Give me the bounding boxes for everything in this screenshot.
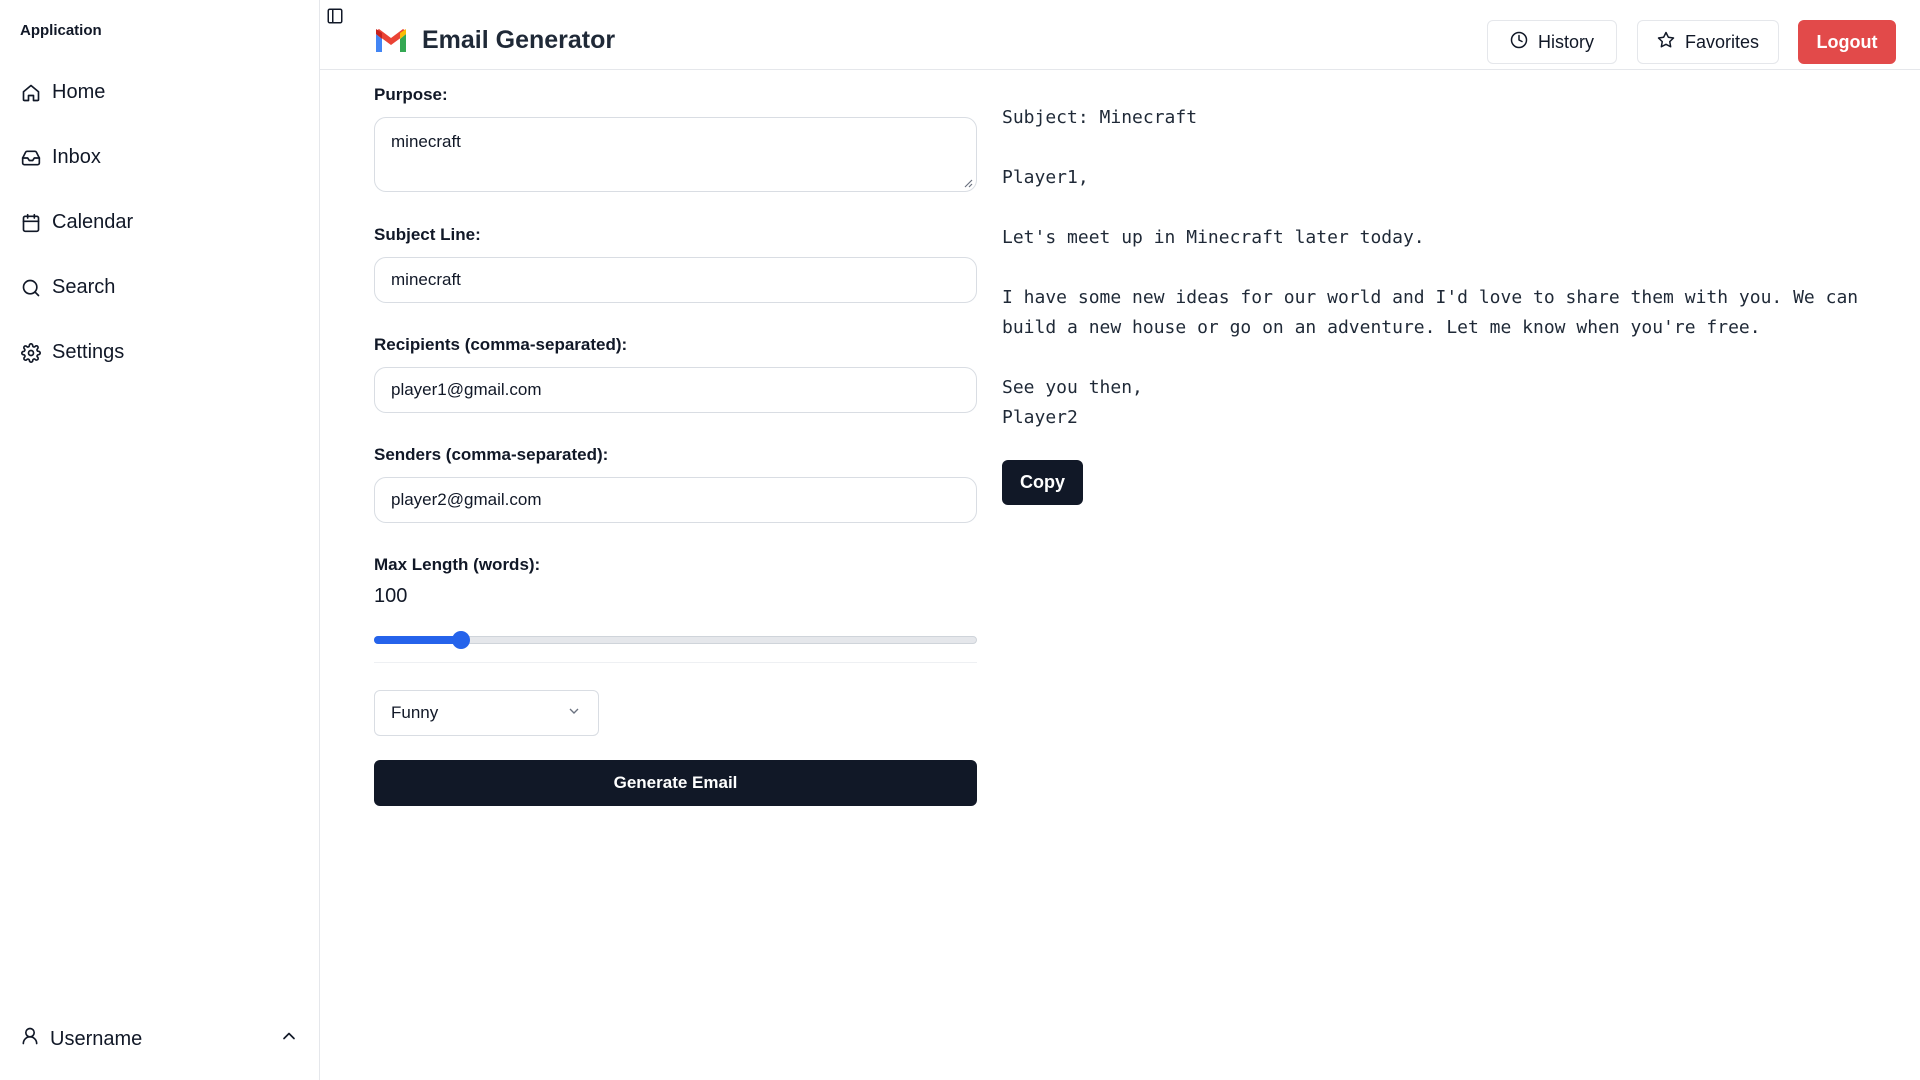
- purpose-group: Purpose: minecraft: [374, 85, 977, 192]
- chevron-down-icon: [566, 703, 582, 724]
- sidebar-item-search[interactable]: Search: [0, 255, 320, 320]
- purpose-value: minecraft: [391, 132, 461, 151]
- sidebar-nav: Home Inbox Calendar Search Settings: [0, 60, 320, 385]
- chevron-up-icon: [279, 1026, 299, 1052]
- max-length-value: 100: [374, 585, 408, 607]
- sidebar-item-settings[interactable]: Settings: [0, 320, 320, 385]
- sidebar-item-calendar[interactable]: Calendar: [0, 190, 320, 255]
- app-header: Email Generator History Favorites Logout: [320, 0, 1920, 70]
- senders-group: Senders (comma-separated): player2@gmail…: [374, 445, 977, 523]
- search-icon: [20, 277, 42, 299]
- subject-group: Subject Line: minecraft: [374, 225, 977, 303]
- tone-select-value: Funny: [391, 703, 439, 722]
- sidebar-item-label: Search: [52, 276, 116, 298]
- email-paragraph: build a new house or go on an adventure.…: [1002, 317, 1761, 338]
- email-paragraph: I have some new ideas for our world and …: [1002, 287, 1859, 308]
- generated-email: Subject: Minecraft Player1, Let's meet u…: [1002, 103, 1882, 433]
- sidebar-item-label: Home: [52, 81, 106, 103]
- history-button[interactable]: History: [1487, 20, 1617, 64]
- subject-label: Subject Line:: [374, 225, 481, 244]
- logout-button[interactable]: Logout: [1798, 20, 1896, 64]
- senders-label: Senders (comma-separated):: [374, 445, 609, 464]
- recipients-group: Recipients (comma-separated): player1@gm…: [374, 335, 977, 413]
- home-icon: [20, 82, 42, 104]
- recipients-label: Recipients (comma-separated):: [374, 335, 628, 354]
- user-icon: [20, 1026, 40, 1052]
- sidebar-item-label: Settings: [52, 341, 125, 363]
- sidebar-item-home[interactable]: Home: [0, 60, 320, 125]
- purpose-label: Purpose:: [374, 85, 448, 104]
- recipients-input[interactable]: player1@gmail.com: [374, 367, 977, 413]
- brand: Email Generator: [374, 26, 615, 55]
- purpose-textarea[interactable]: minecraft: [374, 117, 977, 192]
- email-greeting: Player1,: [1002, 167, 1089, 188]
- divider: [374, 662, 977, 663]
- tone-select[interactable]: Funny: [374, 690, 599, 736]
- email-paragraph: Let's meet up in Minecraft later today.: [1002, 227, 1425, 248]
- favorites-button-label: Favorites: [1684, 31, 1760, 52]
- copy-button[interactable]: Copy: [1002, 460, 1083, 505]
- slider-thumb[interactable]: [452, 631, 470, 649]
- user-menu-button[interactable]: Username: [0, 1014, 319, 1064]
- email-signature: Player2: [1002, 407, 1078, 428]
- email-closing: See you then,: [1002, 377, 1143, 398]
- generate-email-button[interactable]: Generate Email: [374, 760, 977, 806]
- senders-input[interactable]: player2@gmail.com: [374, 477, 977, 523]
- email-subject-line: Subject: Minecraft: [1002, 107, 1198, 128]
- app-title: Email Generator: [422, 26, 616, 54]
- history-button-label: History: [1537, 31, 1594, 52]
- slider-fill: [374, 636, 461, 644]
- gear-icon: [20, 342, 42, 364]
- favorites-button[interactable]: Favorites: [1637, 20, 1779, 64]
- calendar-icon: [20, 212, 42, 234]
- subject-input[interactable]: minecraft: [374, 257, 977, 303]
- max-length-slider[interactable]: [374, 610, 977, 680]
- clock-icon: [1510, 31, 1538, 54]
- sidebar-item-inbox[interactable]: Inbox: [0, 125, 320, 190]
- max-length-label: Max Length (words):: [374, 555, 541, 574]
- sidebar-item-label: Calendar: [52, 211, 134, 233]
- sidebar-item-label: Inbox: [52, 146, 101, 168]
- username-label: Username: [50, 1027, 143, 1050]
- max-length-group: Max Length (words): 100: [374, 555, 977, 685]
- sidebar: Application Home Inbox Calendar Search S…: [0, 0, 320, 1080]
- star-icon: [1657, 31, 1685, 54]
- resize-grip-icon[interactable]: [963, 178, 973, 188]
- sidebar-group-label: Application: [20, 22, 102, 39]
- gmail-logo: [376, 28, 406, 52]
- inbox-icon: [20, 147, 42, 169]
